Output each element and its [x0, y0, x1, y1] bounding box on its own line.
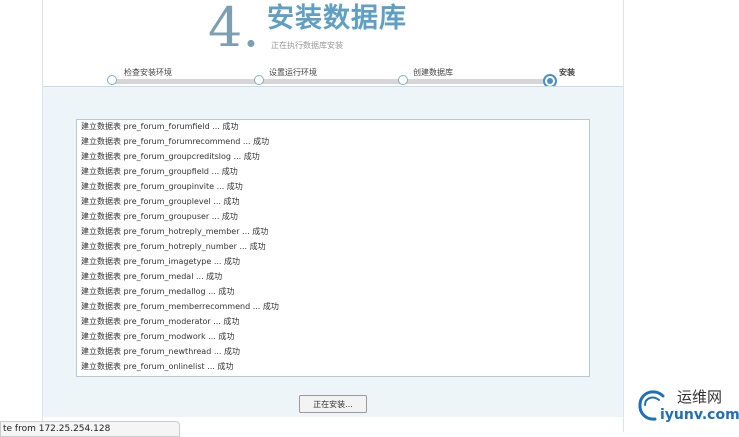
step-2-dot — [254, 75, 264, 85]
log-line: 建立数据表 pre_forum_grouplevel ... 成功 — [81, 197, 240, 206]
log-line: 建立数据表 pre_forum_modwork ... 成功 — [81, 332, 235, 341]
step-3-label: 创建数据库 — [413, 68, 453, 77]
log-line: 建立数据表 pre_forum_medal ... 成功 — [81, 272, 223, 281]
progress-steps: 检查安装环境 设置运行环境 创建数据库 安装 — [107, 66, 575, 88]
page-subtitle: 正在执行数据库安装 — [271, 41, 343, 50]
log-line: 建立数据表 pre_forum_newthread ... 成功 — [81, 347, 240, 356]
log-line: 建立数据表 pre_forum_groupfield ... 成功 — [81, 167, 238, 176]
log-line: 建立数据表 pre_forum_hotreply_member ... 成功 — [81, 227, 269, 236]
watermark-logo: 运维网 iyunv.com — [637, 386, 739, 428]
installer-frame: 4. 安装数据库 正在执行数据库安装 检查安装环境 设置运行环境 创建数据库 安… — [42, 0, 624, 432]
step-1-dot — [107, 75, 117, 85]
log-line: 建立数据表 pre_forum_onlinelist ... 成功 — [81, 362, 234, 371]
log-line: 建立数据表 pre_forum_groupuser ... 成功 — [81, 212, 238, 221]
step-2-label: 设置运行环境 — [269, 68, 317, 77]
step-4-label: 安装 — [559, 68, 575, 77]
status-tooltip: te from 172.25.254.128 — [0, 421, 180, 437]
install-panel: 建立数据表 pre_forum_forumfield ... 成功 建立数据表 … — [43, 86, 623, 417]
log-line: 建立数据表 pre_forum_forumfield ... 成功 — [81, 122, 239, 131]
log-lines: 建立数据表 pre_forum_forumfield ... 成功 建立数据表 … — [77, 120, 589, 374]
install-log[interactable]: 建立数据表 pre_forum_forumfield ... 成功 建立数据表 … — [76, 119, 590, 377]
log-line: 建立数据表 pre_forum_groupcreditslog ... 成功 — [81, 152, 260, 161]
page-title: 安装数据库 — [267, 3, 407, 34]
log-line: 建立数据表 pre_forum_moderator ... 成功 — [81, 317, 240, 326]
log-line: 建立数据表 pre_forum_forumrecommend ... 成功 — [81, 137, 270, 146]
log-line: 建立数据表 pre_forum_imagetype ... 成功 — [81, 257, 241, 266]
step-1-label: 检查安装环境 — [124, 68, 172, 77]
installer-header: 4. 安装数据库 正在执行数据库安装 检查安装环境 设置运行环境 创建数据库 安… — [43, 0, 623, 88]
log-line: 建立数据表 pre_forum_medallog ... 成功 — [81, 287, 235, 296]
progress-track — [111, 79, 555, 84]
step-3-dot — [398, 75, 408, 85]
log-line: 建立数据表 pre_forum_memberrecommend ... 成功 — [81, 302, 279, 311]
watermark-cn: 运维网 — [677, 388, 723, 406]
installing-button[interactable]: 正在安装... — [299, 395, 367, 413]
watermark-en: iyunv.com — [660, 407, 739, 423]
log-line: 建立数据表 pre_forum_hotreply_number ... 成功 — [81, 242, 266, 251]
log-line: 建立数据表 pre_forum_groupinvite ... 成功 — [81, 182, 243, 191]
step-number: 4. — [208, 0, 260, 59]
